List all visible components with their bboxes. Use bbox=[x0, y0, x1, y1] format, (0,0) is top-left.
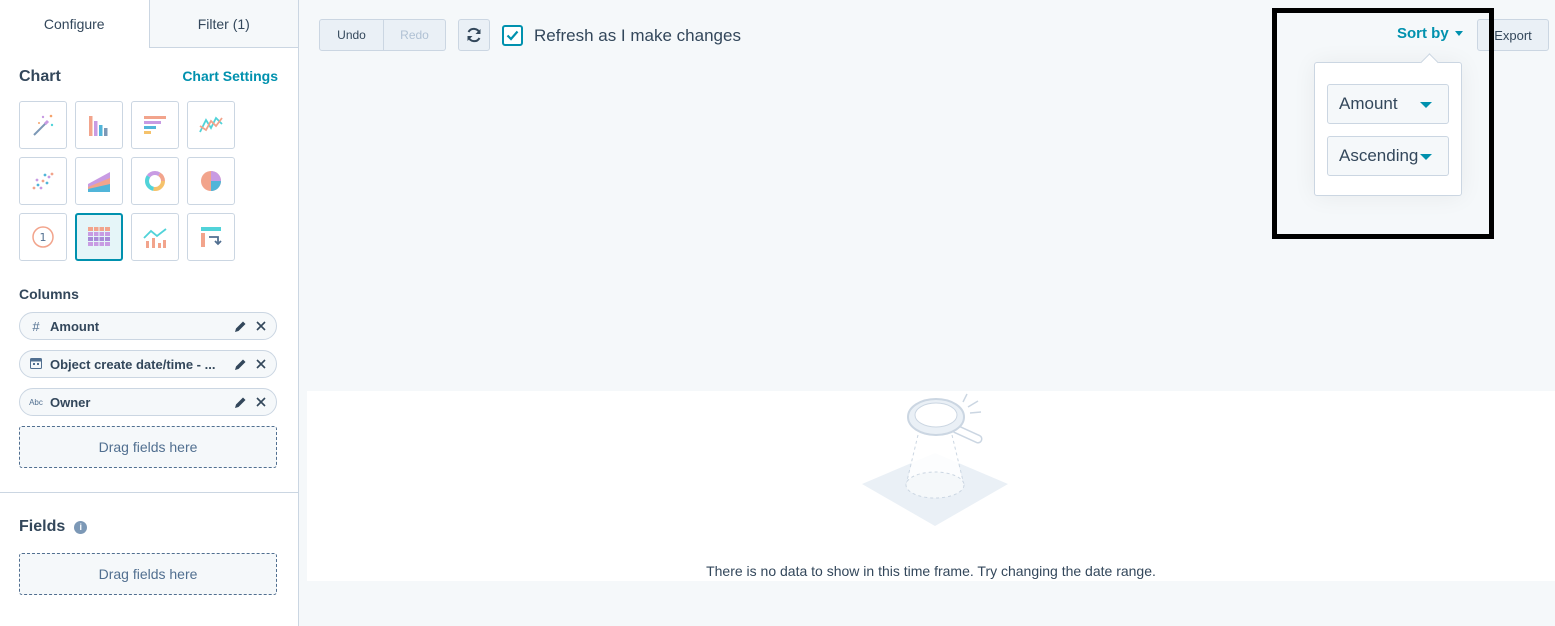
columns-drop-zone[interactable]: Drag fields here bbox=[19, 426, 277, 468]
area-chart-icon bbox=[88, 172, 110, 192]
calendar-icon bbox=[28, 357, 44, 372]
magnifying-glass-illustration bbox=[862, 393, 1008, 526]
column-pill-label: Owner bbox=[50, 394, 91, 410]
section-divider bbox=[0, 492, 298, 493]
sort-field-dropdown[interactable]: Amount bbox=[1327, 84, 1449, 124]
sort-popover: Amount Ascending bbox=[1314, 62, 1462, 196]
chart-settings-link[interactable]: Chart Settings bbox=[182, 68, 278, 84]
info-icon[interactable]: i bbox=[74, 520, 88, 534]
checkmark-icon bbox=[506, 30, 519, 41]
sort-by-button[interactable]: Sort by bbox=[1397, 25, 1463, 42]
remove-x-icon[interactable] bbox=[252, 317, 270, 335]
chart-type-donut[interactable] bbox=[131, 157, 179, 205]
left-panel: Configure Filter (1) Chart Chart Setting… bbox=[0, 0, 299, 626]
chart-heading: Chart bbox=[19, 68, 61, 85]
chart-type-line[interactable] bbox=[187, 101, 235, 149]
text-type-icon: Abc bbox=[29, 397, 43, 407]
chart-type-scatter[interactable] bbox=[19, 157, 67, 205]
chart-type-area[interactable] bbox=[75, 157, 123, 205]
redo-button[interactable]: Redo bbox=[384, 19, 446, 51]
line-chart-icon bbox=[199, 116, 223, 133]
column-pill-create-date[interactable]: Object create date/time - ... bbox=[19, 350, 277, 378]
vertical-bar-chart-icon bbox=[89, 116, 108, 136]
columns-heading: Columns bbox=[19, 286, 79, 302]
pie-chart-icon bbox=[201, 171, 221, 191]
refresh-checkbox-label[interactable]: Refresh as I make changes bbox=[534, 26, 741, 46]
edit-pencil-icon[interactable] bbox=[231, 355, 249, 373]
chart-type-horizontal-bar[interactable] bbox=[131, 101, 179, 149]
magic-wand-icon bbox=[33, 114, 54, 136]
tab-configure[interactable]: Configure bbox=[0, 0, 149, 48]
chart-type-pivot[interactable] bbox=[187, 213, 235, 261]
fields-heading: Fields bbox=[19, 518, 66, 535]
scatter-chart-icon bbox=[32, 172, 54, 190]
export-button[interactable]: Export bbox=[1477, 19, 1549, 51]
column-pill-label: Object create date/time - ... bbox=[50, 356, 216, 372]
sort-field-value: Amount bbox=[1339, 94, 1398, 113]
refresh-icon bbox=[467, 27, 481, 43]
edit-pencil-icon[interactable] bbox=[231, 317, 249, 335]
combo-chart-icon bbox=[143, 228, 167, 248]
sort-direction-dropdown[interactable]: Ascending bbox=[1327, 136, 1449, 176]
chart-type-vertical-bar[interactable] bbox=[75, 101, 123, 149]
tab-filter[interactable]: Filter (1) bbox=[148, 0, 298, 48]
kpi-number-icon: 1 bbox=[32, 226, 54, 248]
column-pill-owner[interactable]: Abc Owner bbox=[19, 388, 277, 416]
sort-direction-value: Ascending bbox=[1339, 146, 1419, 165]
caret-down-icon bbox=[1420, 102, 1432, 108]
pivot-table-icon bbox=[201, 227, 222, 247]
chart-type-magic-wand[interactable] bbox=[19, 101, 67, 149]
chart-type-combo[interactable] bbox=[131, 213, 179, 261]
number-type-icon: # bbox=[32, 318, 40, 334]
undo-redo-group: Undo Redo bbox=[319, 19, 446, 51]
chart-type-grid: 1 bbox=[0, 101, 298, 261]
caret-down-icon bbox=[1420, 154, 1432, 160]
sort-by-label: Sort by bbox=[1397, 25, 1449, 42]
edit-pencil-icon[interactable] bbox=[231, 393, 249, 411]
kpi-number-text: 1 bbox=[40, 231, 47, 244]
table-chart-icon bbox=[88, 227, 110, 246]
chart-type-kpi[interactable]: 1 bbox=[19, 213, 67, 261]
horizontal-bar-chart-icon bbox=[144, 116, 166, 134]
remove-x-icon[interactable] bbox=[252, 355, 270, 373]
column-pill-label: Amount bbox=[50, 318, 100, 334]
undo-button[interactable]: Undo bbox=[319, 19, 384, 51]
chart-type-table[interactable] bbox=[75, 213, 123, 261]
refresh-checkbox[interactable] bbox=[502, 25, 523, 46]
panel-tabs: Configure Filter (1) bbox=[0, 0, 298, 48]
chart-section-header: Chart Chart Settings bbox=[0, 68, 298, 86]
empty-state-message: There is no data to show in this time fr… bbox=[706, 563, 1156, 579]
column-pill-amount[interactable]: # Amount bbox=[19, 312, 277, 340]
empty-state-panel: There is no data to show in this time fr… bbox=[307, 391, 1555, 581]
remove-x-icon[interactable] bbox=[252, 393, 270, 411]
donut-chart-icon bbox=[145, 171, 165, 191]
chart-type-pie[interactable] bbox=[187, 157, 235, 205]
fields-drop-zone[interactable]: Drag fields here bbox=[19, 553, 277, 595]
fields-header: Fields i bbox=[0, 518, 298, 536]
caret-down-icon bbox=[1454, 31, 1463, 36]
refresh-button[interactable] bbox=[458, 19, 490, 51]
